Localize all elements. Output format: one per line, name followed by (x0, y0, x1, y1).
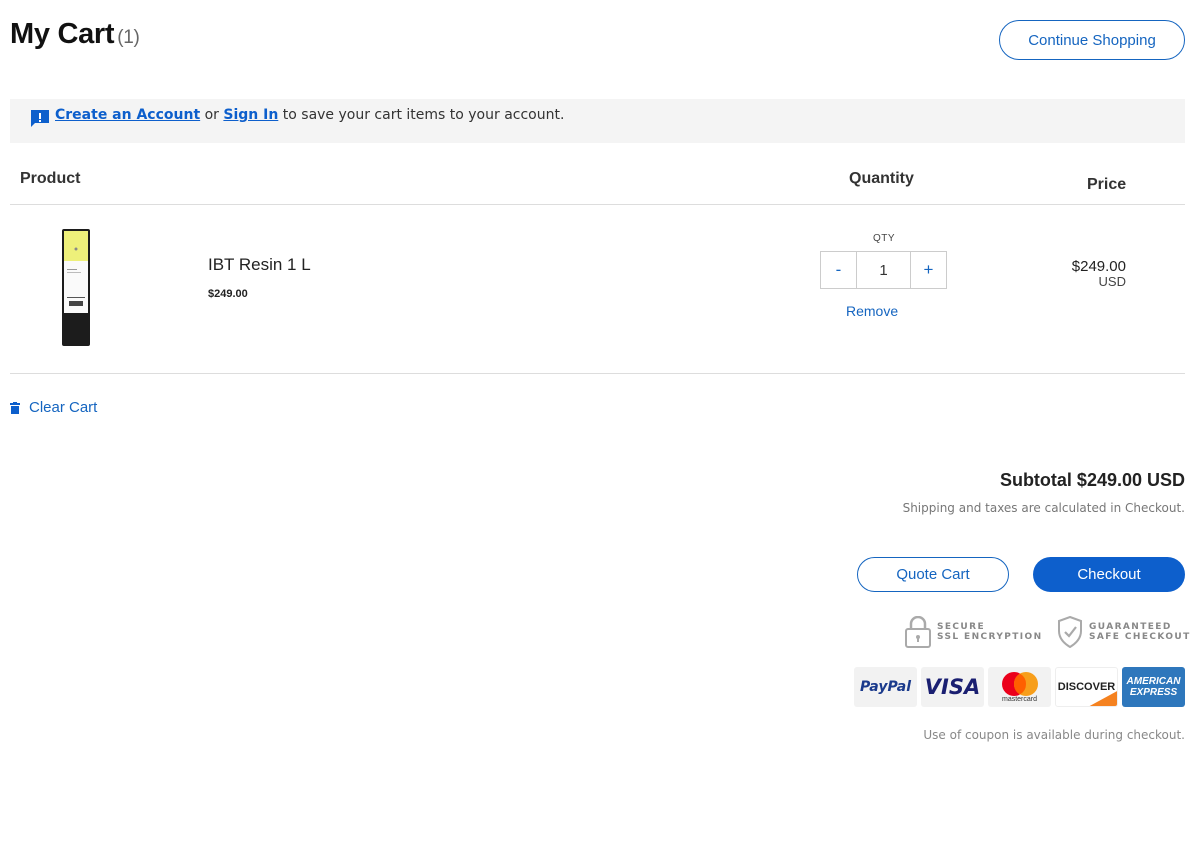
banner-suffix: to save your cart items to your account. (282, 107, 565, 123)
create-account-link[interactable]: Create an Account (55, 107, 200, 123)
banner-or: or (204, 107, 219, 123)
divider (10, 204, 1185, 205)
qty-increment-button[interactable]: + (910, 251, 947, 289)
visa-icon: VISA (921, 667, 984, 707)
guar-line2: SAFE CHECKOUT (1089, 632, 1191, 642)
column-header-price: Price (1087, 176, 1127, 193)
subtotal: Subtotal $249.00 USD (999, 470, 1185, 490)
page-title-text: My Cart (10, 18, 115, 50)
ssl-line2: SSL ENCRYPTION (937, 632, 1043, 642)
mastercard-icon: mastercard (988, 667, 1051, 707)
line-currency: USD (1098, 274, 1126, 289)
sign-in-link[interactable]: Sign In (223, 107, 278, 123)
discover-icon: DISCOVER (1055, 667, 1118, 707)
column-header-quantity: Quantity (849, 170, 914, 187)
qty-decrement-button[interactable]: - (820, 251, 857, 289)
product-unit-price: $249.00 (208, 288, 248, 300)
qty-input[interactable] (857, 251, 910, 289)
lock-icon (905, 616, 931, 648)
account-banner: Create an Account or Sign In to save you… (10, 99, 1185, 143)
clear-cart-label: Clear Cart (29, 399, 98, 416)
trash-icon (10, 401, 20, 414)
amex-icon: AMERICAN EXPRESS (1122, 667, 1185, 707)
mastercard-logo-text: mastercard (1001, 696, 1037, 703)
continue-shopping-button[interactable]: Continue Shopping (999, 20, 1185, 60)
divider (10, 373, 1185, 374)
guar-line1: GUARANTEED (1089, 622, 1172, 632)
shield-check-icon (1058, 616, 1082, 648)
guarantee-badge: GUARANTEED SAFE CHECKOUT (1057, 616, 1191, 648)
product-name[interactable]: IBT Resin 1 L (208, 255, 311, 275)
cart-item-count: (1) (117, 27, 140, 48)
discover-logo-text: DISCOVER (1057, 681, 1116, 693)
account-banner-text: Create an Account or Sign In to save you… (55, 107, 564, 123)
ssl-badge: SECURE SSL ENCRYPTION (905, 616, 1043, 648)
shipping-note: Shipping and taxes are calculated in Che… (902, 501, 1185, 515)
clear-cart-button[interactable]: Clear Cart (10, 399, 97, 416)
line-price: $249.00 (1071, 258, 1126, 275)
paypal-icon: PayPal (854, 667, 917, 707)
mastercard-circles (1001, 672, 1038, 696)
product-image[interactable] (60, 229, 92, 346)
column-header-product: Product (20, 170, 81, 187)
alert-message-icon (31, 110, 49, 127)
page-title: My Cart (1) (10, 18, 140, 51)
paypal-logo-text: PayPal (859, 679, 912, 695)
ssl-line1: SECURE (937, 622, 986, 632)
amex-logo-text: AMERICAN EXPRESS (1126, 676, 1181, 698)
remove-item-link[interactable]: Remove (846, 303, 898, 319)
coupon-note: Use of coupon is available during checko… (923, 728, 1185, 742)
quote-cart-button[interactable]: Quote Cart (857, 557, 1009, 592)
visa-logo-text: VISA (924, 675, 981, 699)
checkout-button[interactable]: Checkout (1033, 557, 1185, 592)
qty-label: QTY (873, 233, 896, 244)
